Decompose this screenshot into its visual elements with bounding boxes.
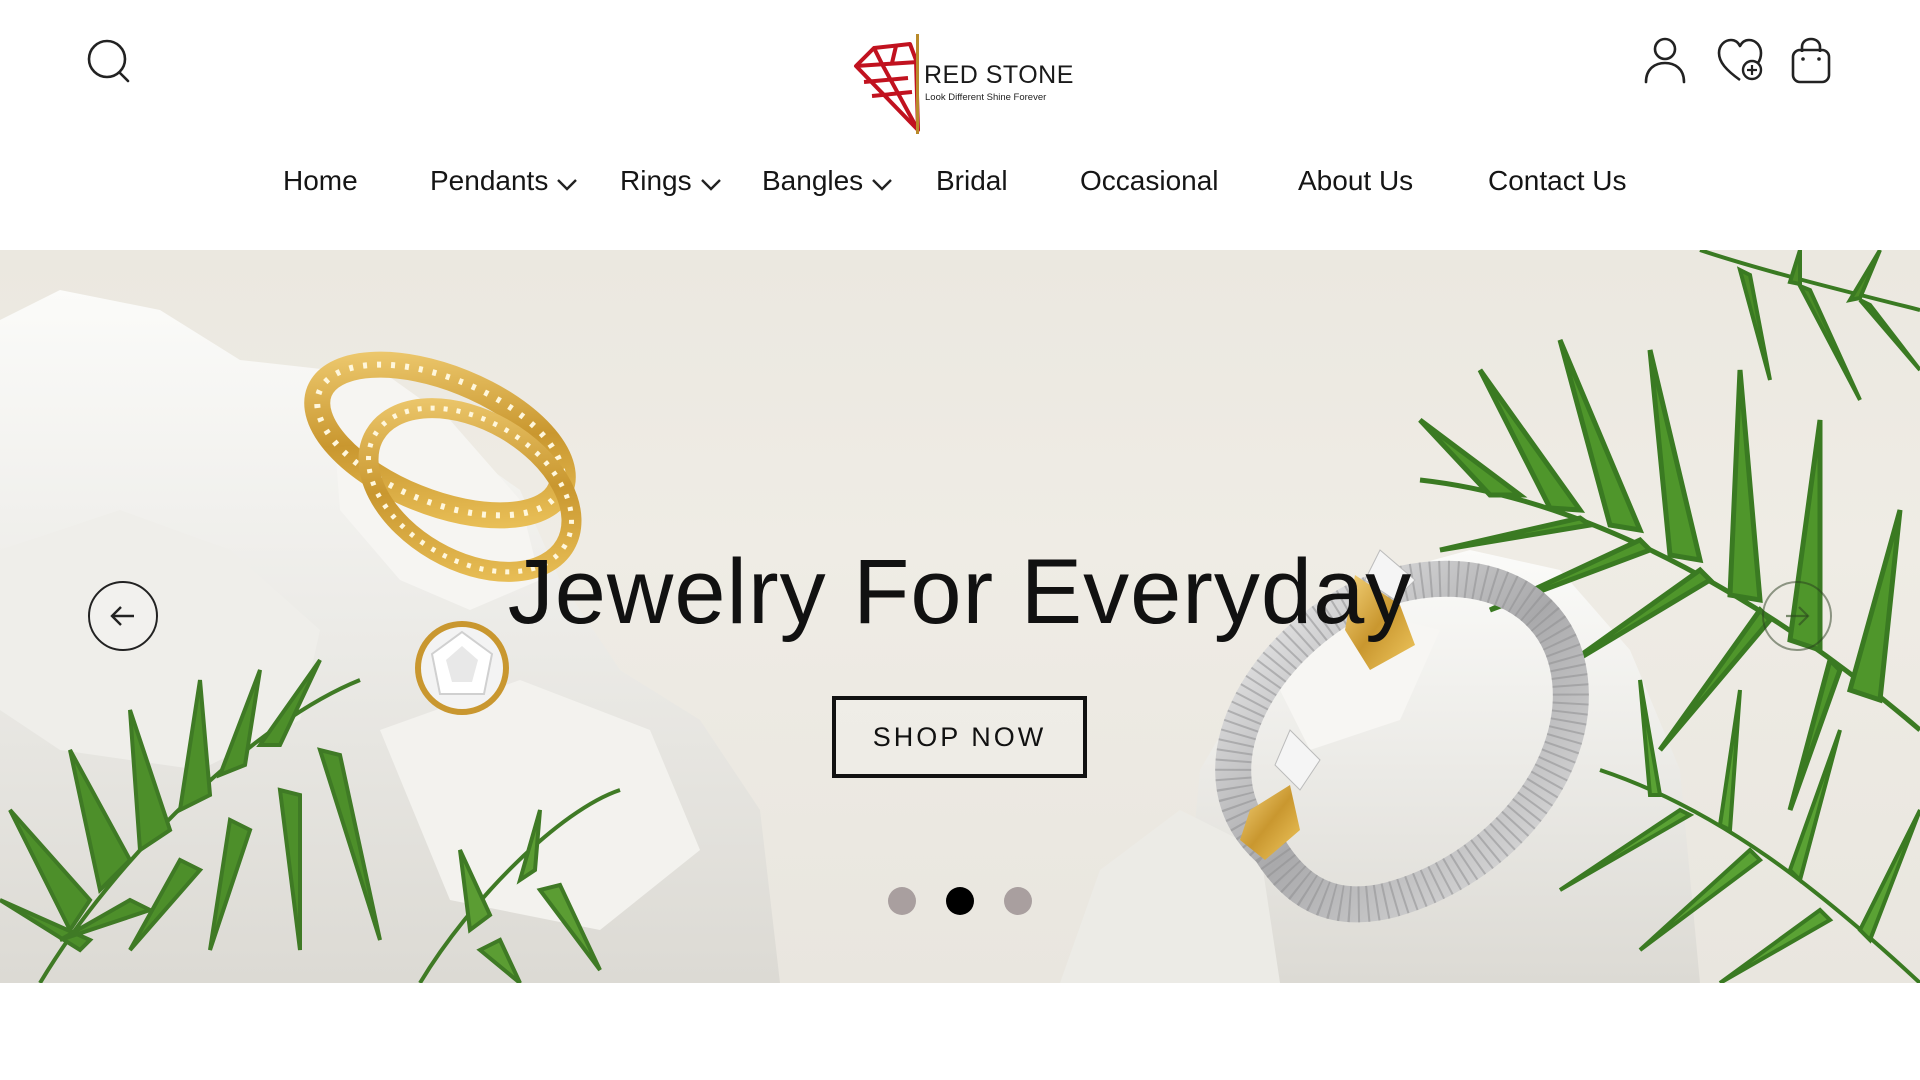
nav-item-label: About Us bbox=[1298, 165, 1414, 196]
brand-name: RED STONE bbox=[924, 61, 1074, 89]
wishlist-button[interactable] bbox=[1716, 36, 1768, 86]
hero-banner: Jewelry For Everyday SHOP NOW bbox=[0, 250, 1920, 983]
shopping-bag-icon bbox=[1791, 37, 1831, 84]
arrow-left-icon bbox=[110, 606, 134, 626]
nav-item-bridal[interactable]: Bridal bbox=[936, 165, 1008, 197]
shopping-bag-button[interactable] bbox=[1788, 36, 1834, 86]
logo-divider bbox=[916, 34, 919, 134]
shop-now-button[interactable]: SHOP NOW bbox=[832, 696, 1087, 778]
brand-logo[interactable]: RED STONE Look Different Shine Forever bbox=[852, 30, 1074, 140]
slider-pagination bbox=[0, 887, 1920, 917]
nav-item-home[interactable]: Home bbox=[283, 165, 358, 197]
site-header: RED STONE Look Different Shine Forever H… bbox=[0, 0, 1920, 250]
search-icon bbox=[87, 39, 130, 83]
nav-item-contact-us[interactable]: Contact Us bbox=[1488, 165, 1627, 197]
chevron-down-icon bbox=[700, 179, 721, 191]
nav-item-bangles[interactable]: Bangles bbox=[762, 165, 893, 197]
nav-item-rings[interactable]: Rings bbox=[620, 165, 722, 197]
chevron-down-icon bbox=[872, 179, 893, 191]
nav-item-label: Bridal bbox=[936, 165, 1008, 196]
chevron-down-icon bbox=[557, 179, 578, 191]
search-button[interactable] bbox=[84, 36, 136, 88]
nav-item-label: Occasional bbox=[1080, 165, 1219, 196]
nav-item-occasional[interactable]: Occasional bbox=[1080, 165, 1219, 197]
nav-item-label: Bangles bbox=[762, 165, 864, 196]
nav-item-about-us[interactable]: About Us bbox=[1298, 165, 1413, 197]
heart-plus-icon bbox=[1717, 38, 1763, 82]
diamond-logo-icon bbox=[854, 42, 920, 132]
main-navigation: Home Pendants Rings Bangles Bridal Occas… bbox=[0, 165, 1920, 211]
nav-item-label: Contact Us bbox=[1488, 165, 1627, 196]
slider-dot[interactable] bbox=[888, 887, 916, 915]
account-button[interactable] bbox=[1642, 36, 1688, 86]
arrow-right-icon bbox=[1786, 606, 1810, 626]
nav-item-label: Pendants bbox=[430, 165, 549, 196]
nav-item-label: Home bbox=[283, 165, 358, 196]
user-icon bbox=[1644, 37, 1686, 84]
nav-item-label: Rings bbox=[620, 165, 692, 196]
brand-tagline: Look Different Shine Forever bbox=[925, 92, 1047, 103]
slider-next-button[interactable] bbox=[1762, 581, 1832, 651]
hero-title: Jewelry For Everyday bbox=[507, 541, 1413, 643]
nav-item-pendants[interactable]: Pendants bbox=[430, 165, 578, 197]
slider-dot[interactable] bbox=[1004, 887, 1032, 915]
slider-dot-active[interactable] bbox=[946, 887, 974, 915]
slider-prev-button[interactable] bbox=[88, 581, 158, 651]
